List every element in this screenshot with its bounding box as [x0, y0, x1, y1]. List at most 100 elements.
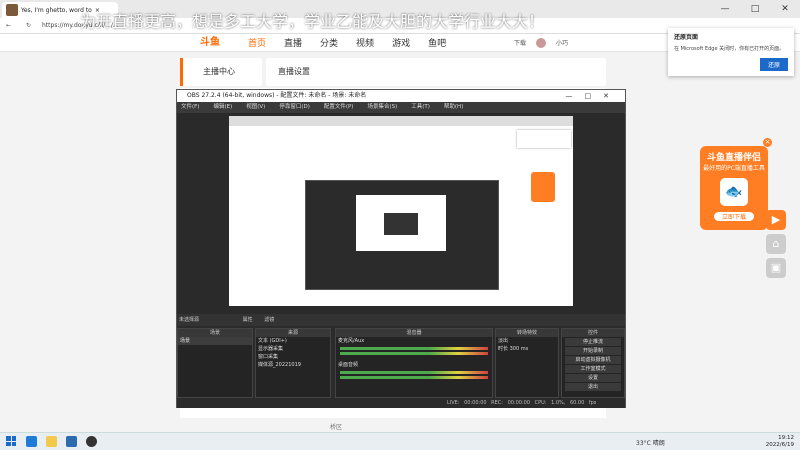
tab-favicon — [6, 4, 18, 16]
mic-meter-2 — [340, 352, 488, 355]
screenshot-icon[interactable]: ▣ — [766, 258, 786, 278]
live-status: LIVE: 00:00:00 — [447, 400, 487, 406]
obs-menu-edit[interactable]: 编辑(E) — [213, 102, 232, 113]
source-item[interactable]: 窗口采集 — [256, 353, 330, 361]
obs-menu-file[interactable]: 文件(F) — [181, 102, 199, 113]
nav-video[interactable]: 视频 — [356, 36, 374, 49]
preview-nested-inner — [384, 213, 418, 235]
props-button[interactable]: 属性 — [243, 317, 253, 323]
back-icon[interactable]: ← — [6, 22, 11, 29]
restore-button[interactable]: 还原 — [759, 58, 788, 71]
minimize-icon[interactable]: — — [710, 4, 740, 14]
nav-category[interactable]: 分类 — [320, 36, 338, 49]
mixer-dock-title: 混音器 — [336, 329, 492, 337]
preview-nested-obs — [305, 180, 499, 290]
obs-menu-profile[interactable]: 配置文件(P) — [324, 102, 354, 113]
promo-card[interactable]: 斗鱼直播伴侣 最好用的PC端直播工具 🐟 立即下载 — [700, 146, 768, 230]
obs-menu-bar: 文件(F) 编辑(E) 视图(V) 停靠窗口(D) 配置文件(P) 场景集合(S… — [177, 102, 625, 113]
left-title[interactable]: 主播中心 — [180, 58, 262, 86]
nav-live[interactable]: 直播 — [284, 36, 302, 49]
obs-status-bar: LIVE: 00:00:00 REC: 00:00:00 CPU: 1.0%, … — [177, 398, 625, 408]
obs-preview[interactable] — [177, 113, 625, 313]
mixer-channel-name: 桌面音频 — [338, 362, 359, 368]
date: 2022/6/19 — [765, 442, 794, 448]
scenes-dock: 场景 场景 — [177, 328, 253, 398]
avatar[interactable] — [535, 37, 546, 48]
obs-menu-scenes[interactable]: 场景集合(S) — [367, 102, 397, 113]
download-link[interactable]: 下载 — [514, 38, 526, 47]
obs-title: OBS 27.2.4 (64-bit, windows) - 配置文件: 未命名… — [187, 92, 367, 99]
stop-stream-button[interactable]: 停止推流 — [565, 338, 621, 346]
sources-dock-title: 来源 — [256, 329, 330, 337]
mixer-channel-name: 麦克风/Aux — [338, 338, 365, 344]
controls-dock-title: 控件 — [562, 329, 624, 337]
source-item[interactable]: 文本 (GDI+) — [256, 337, 330, 345]
studio-mode-button[interactable]: 工作室模式 — [565, 365, 621, 373]
nav-home[interactable]: 首页 — [248, 36, 266, 49]
nav-games[interactable]: 游戏 — [392, 36, 410, 49]
promo-desc: 最好用的PC端直播工具 — [703, 165, 765, 172]
obs-menu-tools[interactable]: 工具(T) — [411, 102, 430, 113]
start-icon[interactable] — [6, 436, 16, 446]
obs-taskbar-icon[interactable] — [86, 436, 97, 447]
obs-menu-view[interactable]: 视图(V) — [246, 102, 265, 113]
folder-icon[interactable] — [46, 436, 57, 447]
no-source-label: 未选择源 — [179, 317, 200, 323]
filter-button[interactable]: 滤镜 — [264, 317, 274, 323]
refresh-icon[interactable]: ↻ — [26, 22, 31, 29]
start-recording-button[interactable]: 开始录制 — [565, 347, 621, 355]
transition-type[interactable]: 淡出 — [496, 337, 558, 345]
douyu-app-icon: 🐟 — [720, 178, 748, 206]
preview-nested-screen — [356, 195, 446, 251]
transition-duration[interactable]: 时长 300 ms — [496, 345, 558, 353]
footer-text: 桥区 — [330, 424, 343, 431]
main-title: 直播设置 — [266, 58, 606, 86]
duration-label: 时长 — [498, 346, 509, 352]
app-icon[interactable] — [66, 436, 77, 447]
preview-screen — [229, 116, 573, 306]
promo-download-button[interactable]: 立即下载 — [714, 212, 754, 221]
transitions-dock: 转场特效 淡出 时长 300 ms — [495, 328, 559, 398]
douyu-logo[interactable]: 斗鱼 — [200, 35, 226, 51]
mic-meter — [340, 347, 488, 350]
notif-title: 还原页面 — [674, 34, 699, 41]
banner-overlay-text: 为开直播更高，想是多工大学，学业乙能及大胆的大学行业大大！ — [80, 12, 545, 31]
edge-icon[interactable] — [26, 436, 37, 447]
sources-dock: 来源 文本 (GDI+) 显示器采集 窗口采集 媒体源_20221019 — [255, 328, 331, 398]
cpu-status: CPU: 1.0%, 60.00 fps — [534, 400, 597, 406]
window-controls: — □ ✕ — [710, 0, 800, 18]
play-icon[interactable]: ▶ — [766, 210, 786, 230]
close-icon[interactable]: ✕ — [770, 4, 800, 14]
maximize-icon[interactable]: □ — [740, 4, 770, 14]
scene-item[interactable]: 场景 — [178, 337, 252, 345]
preview-notif — [517, 130, 571, 148]
promo-title: 斗鱼直播伴侣 — [706, 153, 761, 163]
taskbar: 33°C 晴朗 19:12 2022/6/19 — [0, 432, 800, 450]
scenes-dock-title: 场景 — [178, 329, 252, 337]
virtual-camera-button[interactable]: 启动虚拟摄像机 — [565, 356, 621, 364]
home-icon[interactable]: ⌂ — [766, 234, 786, 254]
weather[interactable]: 33°C 晴朗 — [636, 438, 665, 447]
obs-window-controls[interactable]: —□✕ — [566, 90, 621, 102]
exit-button[interactable]: 退出 — [565, 383, 621, 391]
preview-browser-bar — [229, 116, 573, 126]
obs-menu-help[interactable]: 帮助(H) — [444, 102, 463, 113]
obs-menu-docks[interactable]: 停靠窗口(D) — [279, 102, 310, 113]
source-item[interactable]: 媒体源_20221019 — [256, 361, 330, 369]
username[interactable]: 小巧 — [556, 38, 568, 47]
obs-source-toolbar: 未选择源 属性 滤镜 — [177, 314, 625, 326]
mixer-dock: 混音器 麦克风/Aux 桌面音频 — [335, 328, 493, 398]
nav-links: 首页 直播 分类 视频 游戏 鱼吧 — [248, 36, 446, 49]
nav-right: 下载 小巧 — [514, 37, 568, 48]
duration-value: 300 ms — [509, 346, 529, 352]
desktop-meter — [340, 371, 488, 374]
notif-desc: 在 Microsoft Edge 关闭时，你有已打开的页面。 — [674, 46, 785, 52]
nav-fishbar[interactable]: 鱼吧 — [428, 36, 446, 49]
desktop-meter-2 — [340, 376, 488, 379]
controls-dock: 控件 停止推流 开始录制 启动虚拟摄像机 工作室模式 设置 退出 — [561, 328, 625, 398]
obs-title-bar: OBS 27.2.4 (64-bit, windows) - 配置文件: 未命名… — [177, 90, 625, 102]
preview-promo — [531, 172, 555, 202]
clock[interactable]: 19:12 2022/6/19 — [766, 435, 794, 449]
source-item[interactable]: 显示器采集 — [256, 345, 330, 353]
settings-button[interactable]: 设置 — [565, 374, 621, 382]
